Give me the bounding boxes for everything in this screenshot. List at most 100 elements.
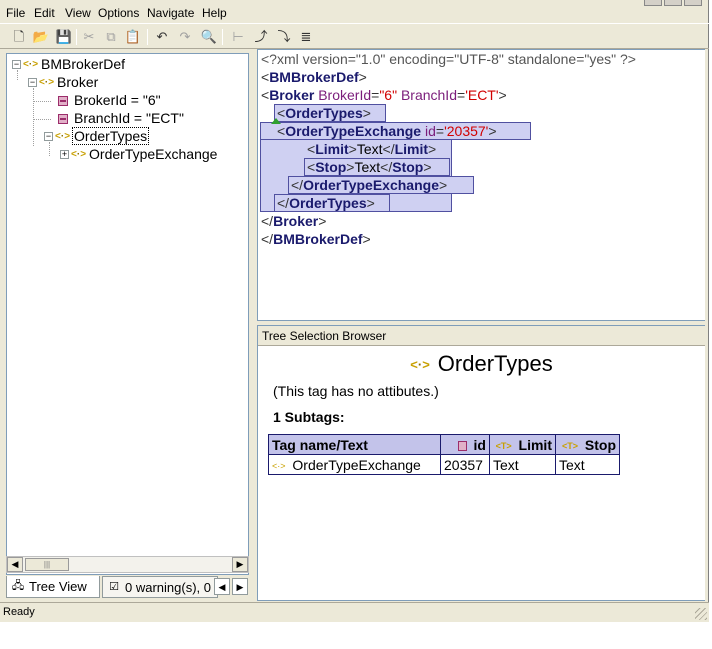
xml-attr-name: BrokerId <box>318 87 372 103</box>
attribute-icon <box>457 440 467 451</box>
xml-editor-pane[interactable]: <?xml version="1.0" encoding="UTF-8" sta… <box>257 49 705 321</box>
tab-label: 0 warning(s), 0 <box>125 580 211 595</box>
attribute-icon <box>58 96 68 107</box>
tab-prev-icon[interactable]: ◀ <box>214 578 230 595</box>
subtags-heading: 1 Subtags: <box>273 409 345 425</box>
tree-node-label: OrderTypeExchange <box>89 146 218 162</box>
table-cell[interactable]: <·> OrderTypeExchange <box>268 454 441 475</box>
toolbar: 🗋 📂 💾 ✂ ⧉ 📋 ↶ ↷ 🔍 ⊢ ⤴ ⤵ ≣ <box>0 23 709 49</box>
menu-bar: File Edit View Options Navigate Help <box>0 4 708 22</box>
tree-icon: 🖧 <box>11 580 25 592</box>
table-row[interactable]: <·> OrderTypeExchange 20357 Text Text <box>268 454 620 475</box>
xml-line-bmbrokerdef-open: <BMBrokerDef> <box>261 69 367 85</box>
xml-tag: OrderTypeExchange <box>285 123 422 139</box>
tab-next-icon[interactable]: ▶ <box>232 578 248 595</box>
title-buttons <box>642 0 702 6</box>
open-folder-icon[interactable]: 📂 <box>32 28 50 46</box>
xml-element-icon: <T> <box>561 440 578 451</box>
save-icon[interactable]: 💾 <box>55 28 73 46</box>
add-child-icon[interactable]: ⊢ <box>229 28 247 46</box>
tree-node-broker[interactable]: <·> Broker <box>39 73 98 91</box>
xml-tag: OrderTypes <box>285 105 363 121</box>
xml-element-icon: <·> <box>55 131 71 143</box>
tab-warnings[interactable]: ☑ 0 warning(s), 0 <box>102 576 218 598</box>
expand-toggle[interactable]: + <box>60 150 69 159</box>
tree-node-bmbrokerdef[interactable]: <·> BMBrokerDef <box>23 55 125 73</box>
xml-line-limit: <Limit>Text</Limit> <box>307 141 437 157</box>
table-cell[interactable]: Text <box>555 454 620 475</box>
redo-icon[interactable]: ↷ <box>176 28 194 46</box>
undo-icon[interactable]: ↶ <box>153 28 171 46</box>
tree-view-pane[interactable]: − <·> BMBrokerDef − <·> Broker BrokerId = … <box>6 53 249 575</box>
xml-element-icon: <·> <box>272 460 286 471</box>
tree-node-ordertypeexchange[interactable]: <·> OrderTypeExchange <box>71 145 217 163</box>
tree-node-broker-id[interactable]: BrokerId = "6" <box>58 91 161 109</box>
xml-line-bmbrokerdef-close: </BMBrokerDef> <box>261 231 371 247</box>
xml-line-broker-close: </Broker> <box>261 213 327 229</box>
collapse-toggle[interactable]: − <box>12 60 21 69</box>
table-cell[interactable]: 20357 <box>440 454 490 475</box>
xml-tag: Limit <box>315 141 349 157</box>
tree-node-branch-id[interactable]: BranchId = "ECT" <box>58 109 184 127</box>
tab-label: Tree View <box>29 579 87 594</box>
xml-line-ordertypes-close: </OrderTypes> <box>277 195 375 211</box>
table-cell[interactable]: Text <box>489 454 556 475</box>
xml-tag: OrderTypeExchange <box>303 177 439 193</box>
xml-element-icon: <T> <box>495 440 512 451</box>
list-icon[interactable]: ≣ <box>297 28 315 46</box>
scroll-right-icon[interactable]: ▶ <box>232 557 248 572</box>
xml-line-ordertypeexchange-open: <OrderTypeExchange id='20357'> <box>277 123 497 139</box>
xml-text: Text <box>356 141 383 157</box>
tree-connector <box>33 88 34 146</box>
menu-help[interactable]: Help <box>202 6 227 20</box>
cut-icon[interactable]: ✂ <box>80 28 98 46</box>
xml-tag: OrderTypes <box>289 195 367 211</box>
xml-tag: Broker <box>273 213 319 229</box>
xml-attr-value: 'ECT' <box>465 87 499 103</box>
column-header-limit: <T> Limit <box>489 434 556 455</box>
menu-edit[interactable]: Edit <box>34 6 55 20</box>
move-down-icon[interactable]: ⤵ <box>275 28 293 46</box>
menu-file[interactable]: File <box>6 6 25 20</box>
tree-node-label: BMBrokerDef <box>41 56 126 72</box>
menu-navigate[interactable]: Navigate <box>147 6 194 20</box>
menu-view[interactable]: View <box>65 6 91 20</box>
horizontal-scrollbar[interactable]: ◀ ||| ▶ <box>6 556 249 573</box>
xml-element-icon: <·> <box>23 59 39 71</box>
tree-node-ordertypes[interactable]: <·> OrderTypes <box>55 127 150 145</box>
find-icon[interactable]: 🔍 <box>200 28 218 46</box>
scroll-left-icon[interactable]: ◀ <box>7 557 23 572</box>
resize-grip-icon[interactable] <box>695 608 707 620</box>
scroll-thumb[interactable]: ||| <box>25 558 69 571</box>
tab-tree-view[interactable]: 🖧 Tree View <box>6 576 100 598</box>
table-header-row: Tag name/Text id <T> Limit <T> Stop <box>268 434 620 455</box>
paste-icon[interactable]: 📋 <box>124 28 142 46</box>
tree-node-label: Broker <box>57 74 99 90</box>
new-file-icon[interactable]: 🗋 <box>10 28 28 46</box>
xml-tag: Stop <box>392 159 424 175</box>
tree-selection-browser: Tree Selection Browser <·> OrderTypes (Th… <box>257 325 705 601</box>
column-header-stop: <T> Stop <box>555 434 620 455</box>
xml-tag: Stop <box>315 159 347 175</box>
tree-connector <box>33 101 51 102</box>
xml-attr-name: BranchId <box>400 87 457 103</box>
tree-connector <box>17 70 18 80</box>
collapse-toggle[interactable]: − <box>44 132 53 141</box>
check-icon: ☑ <box>109 581 119 593</box>
collapse-toggle[interactable]: − <box>28 78 37 87</box>
column-header-tag-name: Tag name/Text <box>268 434 441 455</box>
copy-icon[interactable]: ⧉ <box>102 28 120 46</box>
xml-line-ordertypes-open: <OrderTypes> <box>277 105 371 121</box>
xml-tag: Limit <box>394 141 429 157</box>
menu-options[interactable]: Options <box>98 6 139 20</box>
tree-node-label: OrderTypes <box>72 127 150 145</box>
status-text: Ready <box>3 606 35 618</box>
left-pane-tabs: 🖧 Tree View ☑ 0 warning(s), 0 ◀ ▶ <box>6 576 251 598</box>
xml-line-ordertypeexchange-close: </OrderTypeExchange> <box>291 177 448 193</box>
subtags-table: Tag name/Text id <T> Limit <T> Stop <·> … <box>268 434 620 475</box>
toolbar-separator <box>222 29 223 45</box>
column-header-id: id <box>440 434 490 455</box>
add-sibling-icon[interactable]: ⤴ <box>252 28 270 46</box>
xml-attr-value: "6" <box>379 87 398 103</box>
xml-line-broker-open: <Broker BrokerId="6" BranchId='ECT'> <box>261 87 507 103</box>
